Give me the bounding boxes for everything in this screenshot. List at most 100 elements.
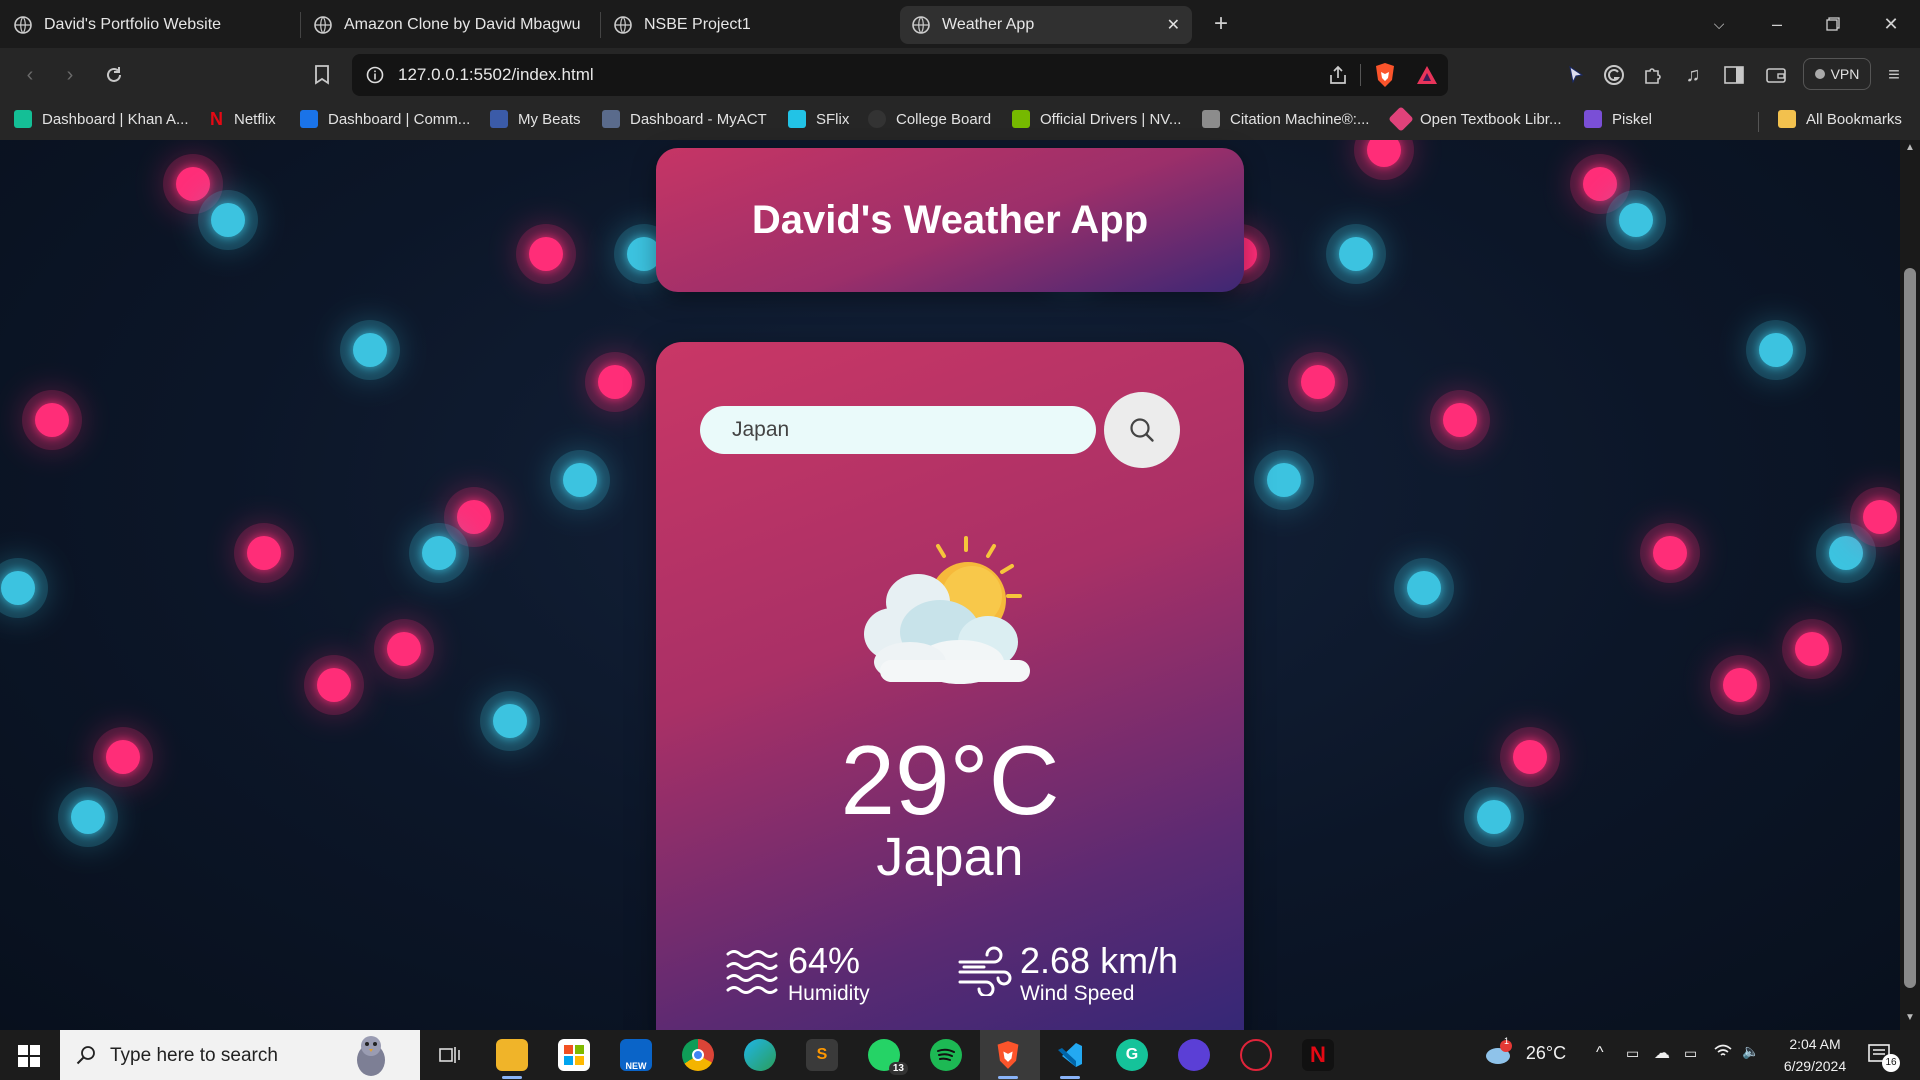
close-window-button[interactable]: ✕ (1876, 10, 1906, 38)
task-view-icon[interactable] (434, 1039, 466, 1071)
tab-label: David's Portfolio Website (44, 16, 222, 33)
bookmark-my-beats[interactable]: My Beats (490, 110, 581, 128)
restore-button[interactable] (1818, 10, 1848, 38)
bookmark-citation-machine[interactable]: Citation Machine®:... (1202, 110, 1369, 128)
grammarly-extension-icon[interactable] (1602, 63, 1626, 87)
outlook-new-badge: NEW (625, 1061, 647, 1071)
windows-start-icon[interactable] (18, 1045, 40, 1067)
bokeh-dot (176, 167, 210, 201)
search-icon (76, 1046, 95, 1065)
forward-arrow-icon[interactable]: › (58, 63, 82, 87)
whatsapp-icon[interactable]: 13 (868, 1039, 908, 1075)
dragon-app-icon[interactable] (1240, 1039, 1272, 1071)
scroll-down-arrow-icon[interactable]: ▼ (1900, 1012, 1920, 1028)
bookmark-khan-academy[interactable]: Dashboard | Khan A... (14, 110, 189, 128)
bokeh-dot (1443, 403, 1477, 437)
all-bookmarks-button[interactable]: All Bookmarks (1778, 110, 1902, 128)
scroll-up-arrow-icon[interactable]: ▲ (1900, 142, 1920, 158)
bookmark-sflix[interactable]: SFlix (788, 110, 849, 128)
brave-browser-icon[interactable] (992, 1039, 1024, 1071)
active-indicator (998, 1076, 1018, 1079)
brave-shields-icon[interactable] (1374, 62, 1396, 88)
bokeh-dot (1, 571, 35, 605)
tab-portfolio[interactable]: David's Portfolio Website (14, 6, 294, 44)
bokeh-dot (1795, 632, 1829, 666)
spotify-icon[interactable] (930, 1039, 962, 1071)
taskbar-search-box[interactable]: Type here to search (60, 1030, 420, 1080)
sublime-text-icon[interactable]: S (806, 1039, 838, 1071)
cursor-extension-icon[interactable] (1564, 63, 1588, 87)
brave-rewards-icon[interactable] (1416, 64, 1438, 86)
app-circle-icon[interactable] (1178, 1039, 1210, 1071)
clock[interactable]: 2:04 AM 6/29/2024 (1780, 1036, 1850, 1074)
bokeh-dot (422, 536, 456, 570)
outlook-icon[interactable]: NEW (620, 1039, 652, 1071)
bookmark-college-board[interactable]: College Board (868, 110, 991, 128)
city-search-input[interactable] (700, 406, 1096, 454)
battery-icon[interactable]: ▭ (1684, 1045, 1697, 1062)
chrome-icon[interactable] (682, 1039, 714, 1071)
bookmark-netflix[interactable]: N Netflix (210, 110, 276, 128)
bokeh-dot (1301, 365, 1335, 399)
volume-icon[interactable]: 🔈 (1742, 1043, 1759, 1060)
bokeh-dot (598, 365, 632, 399)
globe-icon (314, 16, 332, 34)
bookmark-icon[interactable] (310, 63, 334, 87)
sun-behind-clouds-icon (864, 536, 1030, 684)
bookmarks-bar: Dashboard | Khan A... N Netflix Dashboard… (0, 102, 1920, 140)
bokeh-dot (71, 800, 105, 834)
sidebar-toggle-icon[interactable] (1722, 63, 1746, 87)
media-music-icon[interactable]: ♫ (1681, 63, 1705, 87)
back-arrow-icon[interactable]: ‹ (18, 63, 42, 87)
site-info-icon[interactable] (366, 66, 384, 84)
bokeh-dot (1759, 333, 1793, 367)
close-tab-icon[interactable]: ✕ (1167, 15, 1180, 35)
tab-search-chevron-icon[interactable]: ⌵ (1704, 10, 1734, 38)
scrollbar-thumb[interactable] (1904, 268, 1916, 988)
notification-center-icon[interactable]: 16 (1868, 1044, 1900, 1072)
bookmark-common-app[interactable]: Dashboard | Comm... (300, 110, 470, 128)
file-explorer-icon[interactable] (496, 1039, 528, 1071)
grammarly-icon[interactable]: G (1116, 1039, 1148, 1071)
bookmark-myact[interactable]: Dashboard - MyACT (602, 110, 767, 128)
bokeh-dot (1863, 500, 1897, 534)
edge-icon[interactable] (744, 1039, 776, 1071)
weather-widget[interactable]: 1 26°C (1484, 1036, 1566, 1066)
tab-separator (600, 12, 601, 38)
bird-search-highlight-icon (357, 1036, 385, 1076)
bookmark-nvidia-drivers[interactable]: Official Drivers | NV... (1012, 110, 1181, 128)
microsoft-store-icon[interactable] (558, 1039, 590, 1071)
tab-bar: David's Portfolio Website Amazon Clone b… (0, 0, 1920, 48)
app-title: David's Weather App (751, 197, 1149, 242)
vscode-icon[interactable] (1054, 1039, 1086, 1071)
whatsapp-unread-badge: 13 (888, 1062, 908, 1075)
meet-now-icon[interactable]: ▭ (1626, 1045, 1639, 1062)
bookmark-piskel[interactable]: Piskel (1584, 110, 1652, 128)
wallet-icon[interactable] (1764, 63, 1788, 87)
bookmark-label: College Board (896, 110, 992, 128)
netflix-app-icon[interactable]: N (1302, 1039, 1334, 1071)
bookmark-open-textbook[interactable]: Open Textbook Libr... (1388, 106, 1561, 132)
search-button[interactable] (1104, 392, 1180, 468)
minimize-button[interactable]: – (1762, 10, 1792, 38)
page-scrollbar[interactable]: ▲ ▼ (1900, 140, 1920, 1030)
tab-amazon-clone[interactable]: Amazon Clone by David Mbagwu (314, 6, 594, 44)
address-bar[interactable]: 127.0.0.1:5502/index.html (352, 54, 1448, 96)
show-hidden-icons-chevron-icon[interactable]: ^ (1596, 1044, 1604, 1062)
college-board-icon (868, 110, 886, 128)
onedrive-cloud-icon[interactable]: ☁ (1654, 1043, 1670, 1063)
new-tab-button[interactable]: + (1206, 10, 1236, 38)
restore-icon (1826, 17, 1840, 31)
myact-icon (602, 110, 620, 128)
bokeh-dot (1653, 536, 1687, 570)
vpn-button[interactable]: VPN (1803, 58, 1871, 90)
menu-hamburger-icon[interactable]: ≡ (1882, 63, 1906, 87)
wifi-icon[interactable] (1714, 1043, 1732, 1062)
reload-icon[interactable] (102, 63, 126, 87)
tab-weather-app[interactable]: Weather App ✕ (900, 6, 1192, 44)
share-icon[interactable] (1328, 65, 1348, 85)
extensions-puzzle-icon[interactable] (1641, 63, 1665, 87)
active-indicator (1060, 1076, 1080, 1079)
khan-academy-icon (14, 110, 32, 128)
tab-nsbe-project[interactable]: NSBE Project1 (614, 6, 894, 44)
